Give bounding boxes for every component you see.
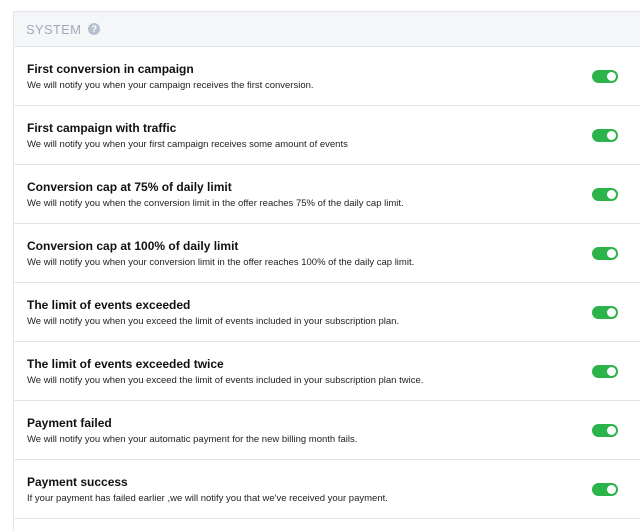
toggle-knob [607,308,616,317]
notification-toggle[interactable] [592,70,618,83]
notification-description: We will notify you when your automatic p… [27,434,358,445]
toggle-knob [607,367,616,376]
notification-title: Conversion cap at 100% of daily limit [27,239,239,253]
toggle-knob [607,426,616,435]
notification-toggle[interactable] [592,129,618,142]
toggle-knob [607,72,616,81]
notification-title: First conversion in campaign [27,62,194,76]
notification-description: We will notify you when your campaign re… [27,80,314,91]
notification-title: Conversion cap at 75% of daily limit [27,180,232,194]
notification-description: We will notify you when your first campa… [27,139,348,150]
notification-description: We will notify you when you exceed the l… [27,316,400,327]
notification-row-events-exceeded-twice: The limit of events exceeded twice We wi… [14,342,640,401]
notification-row-first-campaign-traffic: First campaign with traffic We will noti… [14,106,640,165]
notification-toggle[interactable] [592,424,618,437]
notification-toggle[interactable] [592,365,618,378]
notification-row-payment-failed: Payment failed We will notify you when y… [14,401,640,460]
notification-title: The limit of events exceeded twice [27,357,224,371]
notification-description: We will notify you when your conversion … [27,257,415,268]
notification-description: If your payment has failed earlier ,we w… [27,493,388,504]
notification-toggle[interactable] [592,247,618,260]
notification-title: The limit of events exceeded [27,298,191,312]
notification-title: First campaign with traffic [27,121,177,135]
notification-row-cap-100: Conversion cap at 100% of daily limit We… [14,224,640,283]
notification-list: First conversion in campaign We will not… [14,47,640,519]
notification-toggle[interactable] [592,483,618,496]
toggle-knob [607,131,616,140]
notifications-panel: SYSTEM ? First conversion in campaign We… [13,11,640,531]
notification-description: We will notify you when you exceed the l… [27,375,424,386]
notification-toggle[interactable] [592,306,618,319]
notification-row-events-exceeded: The limit of events exceeded We will not… [14,283,640,342]
toggle-knob [607,249,616,258]
section-title: SYSTEM [26,21,82,37]
toggle-knob [607,190,616,199]
notification-title: Payment failed [27,416,112,430]
notification-row-first-conversion: First conversion in campaign We will not… [14,47,640,106]
section-header: SYSTEM ? [14,12,640,47]
notification-toggle[interactable] [592,188,618,201]
notification-row-cap-75: Conversion cap at 75% of daily limit We … [14,165,640,224]
notification-description: We will notify you when the conversion l… [27,198,404,209]
notification-row-payment-success: Payment success If your payment has fail… [14,460,640,519]
question-mark-icon[interactable]: ? [88,23,101,35]
toggle-knob [607,485,616,494]
notification-title: Payment success [27,475,128,489]
